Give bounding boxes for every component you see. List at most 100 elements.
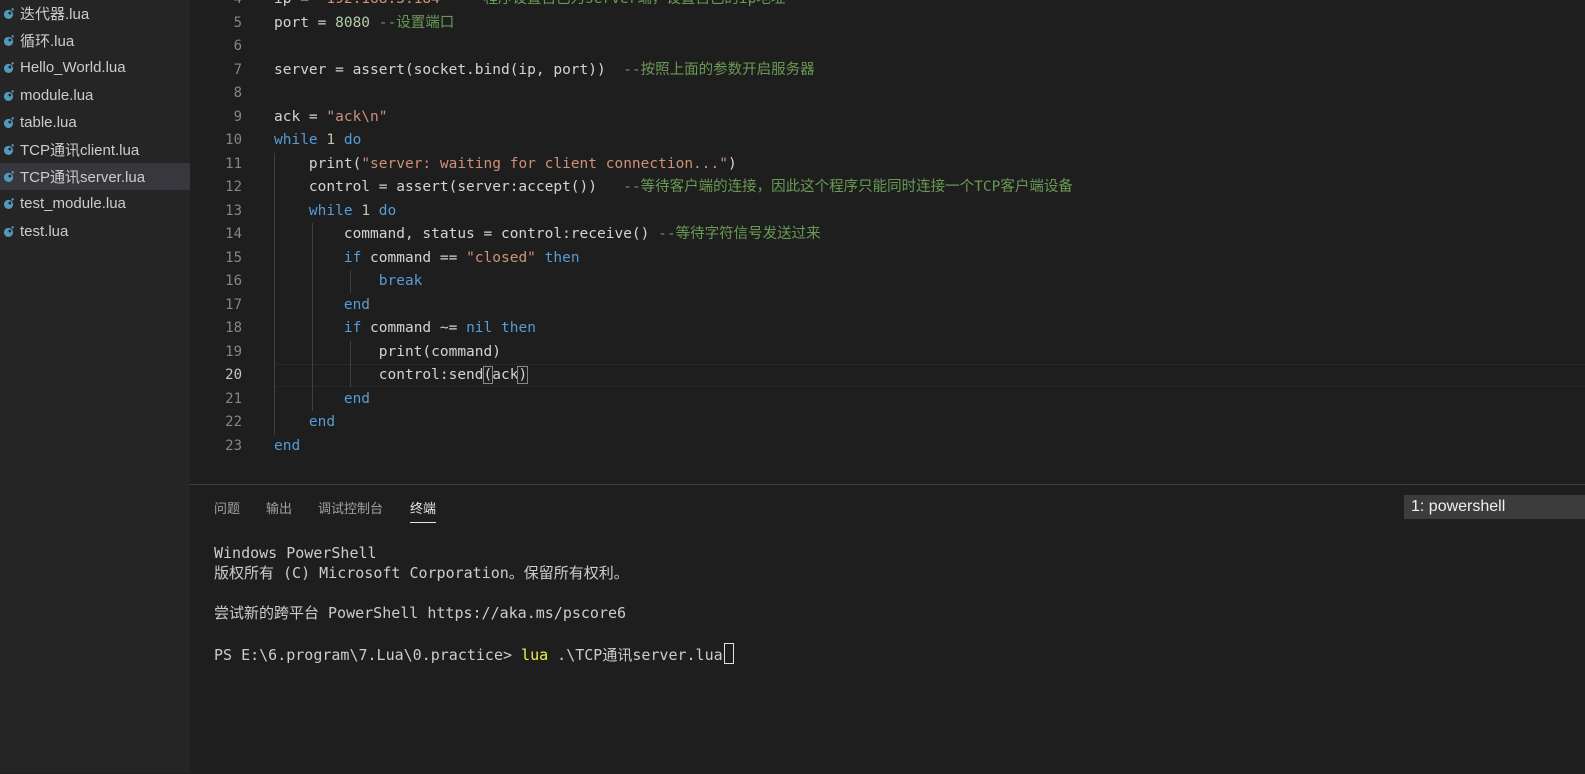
matched-bracket: ) xyxy=(517,366,529,384)
code-line[interactable]: 5 port = 8080 --设置端口 xyxy=(190,12,1585,36)
code-number: 1 xyxy=(361,202,371,219)
code-token: control = assert(server:accept()) xyxy=(274,179,624,195)
line-number: 18 xyxy=(225,320,242,336)
code-line[interactable]: 19 print(command) xyxy=(190,341,1585,365)
file-item[interactable]: 循环.lua xyxy=(0,27,190,54)
terminal-prompt-line[interactable]: PS E:\6.program\7.Lua\0.practice> lua .\… xyxy=(214,643,734,665)
file-name: Hello_World.lua xyxy=(20,59,126,77)
code-token: ip = xyxy=(274,0,318,7)
file-name: 循环.lua xyxy=(20,33,75,51)
code-editor[interactable]: 4 ip = "192.168.3.184" --程序设置自己为server端，设… xyxy=(190,0,1585,484)
file-item[interactable]: TCP通讯client.lua xyxy=(0,136,190,163)
code-line[interactable]: 17 end xyxy=(190,294,1585,318)
line-number: 19 xyxy=(225,343,242,360)
code-line[interactable]: 9 ack = "ack\n" xyxy=(190,106,1585,130)
line-number: 21 xyxy=(225,390,242,407)
tab-debug-console[interactable]: 调试控制台 xyxy=(318,498,383,517)
file-item[interactable]: TCP通讯server.lua xyxy=(0,163,190,191)
code-token: port = xyxy=(274,14,336,31)
code-line[interactable]: 8 xyxy=(190,82,1585,106)
line-number: 6 xyxy=(233,38,242,54)
code-keyword: then xyxy=(501,320,536,336)
code-line[interactable]: 7 server = assert(socket.bind(ip, port)) … xyxy=(190,59,1585,83)
file-item[interactable]: table.lua xyxy=(0,109,190,136)
tab-terminal[interactable]: 终端 xyxy=(410,498,437,523)
code-keyword: break xyxy=(378,273,423,289)
lua-file-icon xyxy=(3,198,14,210)
code-text: end xyxy=(274,435,300,459)
file-item[interactable]: 迭代器.lua xyxy=(0,0,190,27)
tab-output[interactable]: 输出 xyxy=(266,498,292,517)
matched-bracket: ( xyxy=(482,366,494,384)
lua-file-icon xyxy=(3,8,14,19)
code-keyword: end xyxy=(274,437,301,454)
line-number: 4 xyxy=(190,0,242,12)
code-line[interactable]: 14 command, status = control:receive() -… xyxy=(190,223,1585,247)
line-number: 17 xyxy=(225,296,242,313)
terminal-select[interactable]: 1: powershell xyxy=(1404,495,1585,519)
code-line[interactable]: 6 xyxy=(190,35,1585,59)
code-keyword: if xyxy=(343,320,362,336)
code-line[interactable]: 4 ip = "192.168.3.184" --程序设置自己为server端，设… xyxy=(190,0,1585,12)
code-text: server = assert(socket.bind(ip, port)) -… xyxy=(274,59,815,83)
code-string: "192.168.3.184" xyxy=(318,0,449,7)
file-name: module.lua xyxy=(20,86,94,104)
code-token: print( xyxy=(274,155,362,172)
lua-file-icon xyxy=(3,144,14,155)
file-name: table.lua xyxy=(20,113,77,131)
code-line[interactable]: 22 end xyxy=(190,411,1585,435)
code-text: if command == "closed" then xyxy=(274,247,580,271)
line-number: 16 xyxy=(225,273,242,289)
line-number: 14 xyxy=(225,226,242,242)
code-number: 1 xyxy=(326,132,336,148)
code-text: ack = "ack\n" xyxy=(274,106,388,130)
code-line[interactable]: 11 print("server: waiting for client con… xyxy=(190,153,1585,177)
code-line[interactable]: 23 end xyxy=(190,435,1585,459)
lua-file-icon xyxy=(3,62,14,74)
line-number: 23 xyxy=(225,437,242,454)
code-comment: --按照上面的参数开启服务器 xyxy=(623,61,815,78)
code-token: ack = xyxy=(274,108,327,125)
code-line[interactable]: 16 break xyxy=(190,270,1585,294)
file-item[interactable]: Hello_World.lua xyxy=(0,54,190,81)
file-name: test_module.lua xyxy=(20,195,126,213)
code-text: print(command) xyxy=(274,341,501,365)
line-number: 8 xyxy=(233,85,242,101)
code-text: port = 8080 --设置端口 xyxy=(274,12,454,36)
code-string: "server: waiting for client connection..… xyxy=(361,155,728,172)
code-keyword: nil xyxy=(466,320,493,336)
lua-file-icon xyxy=(3,116,14,128)
code-line[interactable]: 13 while 1 do xyxy=(190,200,1585,224)
code-comment: --程序设置自己为server端，设置自己的ip地址 xyxy=(466,0,785,7)
code-comment: --等待客户端的连接，因此这个程序只能同时连接一个TCP客户端设备 xyxy=(623,179,1073,195)
file-item[interactable]: test.lua xyxy=(0,218,190,245)
line-number: 12 xyxy=(225,179,242,195)
code-line[interactable]: 18 if command ~= nil then xyxy=(190,317,1585,341)
code-line[interactable]: 21 end xyxy=(190,388,1585,412)
file-item[interactable]: test_module.lua xyxy=(0,190,190,217)
code-line[interactable]: 10 while 1 do xyxy=(190,129,1585,153)
code-text: command, status = control:receive() --等待… xyxy=(274,223,821,247)
code-number: 8080 xyxy=(335,14,371,31)
lua-file-icon xyxy=(3,35,14,47)
line-number: 22 xyxy=(225,414,242,430)
code-line[interactable]: 12 control = assert(server:accept()) --等… xyxy=(190,176,1585,200)
code-string: "ack\n" xyxy=(326,108,388,125)
code-text: while 1 do xyxy=(274,129,361,153)
code-keyword: then xyxy=(544,249,580,266)
file-item[interactable]: module.lua xyxy=(0,82,190,109)
code-token: control:send xyxy=(274,367,484,383)
code-line[interactable]: 20 control:send(ack) xyxy=(190,364,1585,388)
terminal-prompt: PS E:\6.program\7.Lua\0.practice> xyxy=(214,646,522,664)
code-comment: --设置端口 xyxy=(378,14,455,31)
tab-problems[interactable]: 问题 xyxy=(214,498,240,517)
line-number: 10 xyxy=(225,132,242,148)
terminal-output-line: Windows PowerShell xyxy=(214,544,377,562)
code-line[interactable]: 15 if command == "closed" then xyxy=(190,247,1585,271)
